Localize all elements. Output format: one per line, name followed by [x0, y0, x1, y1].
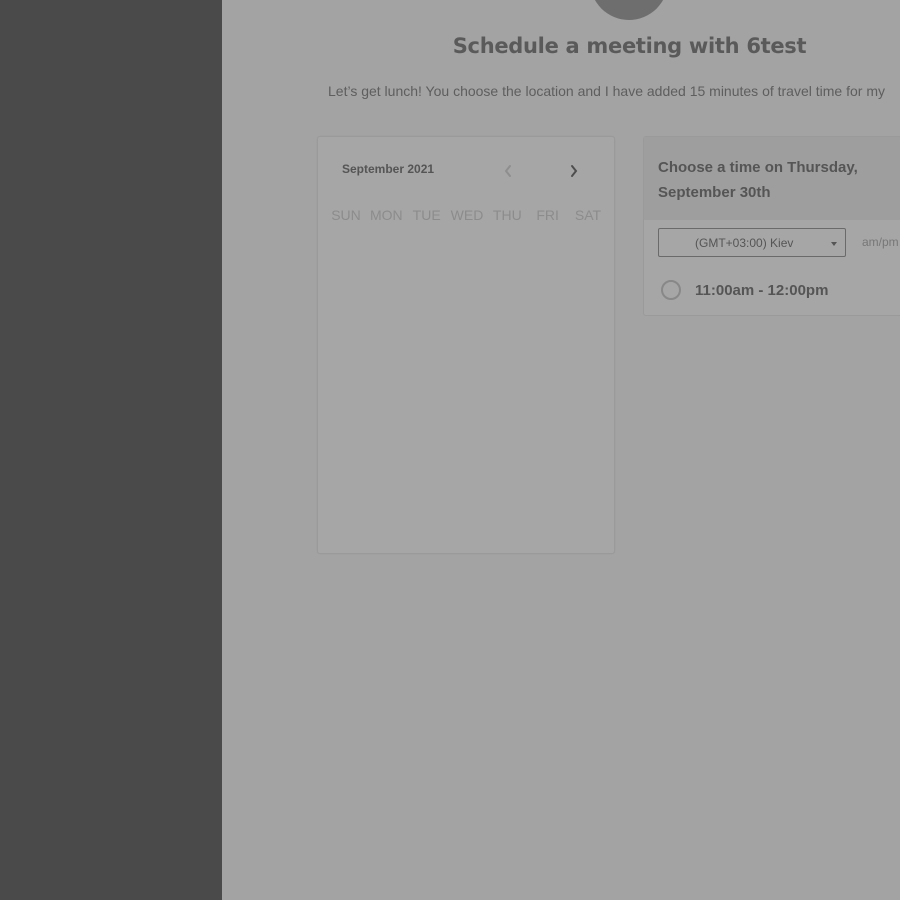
weekday-sun: SUN — [331, 207, 361, 223]
time-panel-header: Choose a time on Thursday, September 30t… — [644, 137, 900, 220]
timezone-select[interactable]: (GMT+03:00) Kiev — [658, 228, 846, 257]
calendar-month-label: September 2021 — [342, 162, 435, 176]
time-panel-heading: Choose a time on Thursday, September 30t… — [658, 159, 858, 201]
time-slot-label: 11:00am - 12:00pm — [695, 281, 829, 299]
page-title: Schedule a meeting with 6test — [452, 34, 807, 58]
main-content: Schedule a meeting with 6test Let’s get … — [222, 0, 900, 900]
radio-button[interactable] — [661, 280, 681, 300]
page-subtitle: Let’s get lunch! You choose the location… — [328, 83, 885, 99]
weekday-header: SUN MON TUE WED THU FRI SAT — [326, 207, 608, 223]
chevron-left-icon — [504, 165, 511, 177]
time-selection-panel: Choose a time on Thursday, September 30t… — [643, 136, 900, 316]
weekday-mon: MON — [369, 207, 403, 223]
weekday-wed: WED — [450, 207, 484, 223]
calendar-prev-button[interactable] — [498, 161, 518, 181]
time-slot-option[interactable]: 11:00am - 12:00pm — [661, 277, 900, 303]
calendar: September 2021 SUN MON TUE WED THU FRI S… — [317, 136, 615, 554]
chevron-right-icon — [571, 165, 578, 177]
sidebar — [0, 0, 222, 900]
time-format-toggle[interactable]: am/pm — [862, 235, 899, 249]
caret-down-icon — [831, 242, 837, 246]
weekday-tue: TUE — [412, 207, 441, 223]
timezone-value: (GMT+03:00) Kiev — [695, 236, 794, 250]
weekday-thu: THU — [492, 207, 522, 223]
weekday-fri: FRI — [536, 207, 559, 223]
calendar-next-button[interactable] — [564, 161, 584, 181]
avatar — [590, 0, 668, 20]
weekday-sat: SAT — [574, 207, 602, 223]
